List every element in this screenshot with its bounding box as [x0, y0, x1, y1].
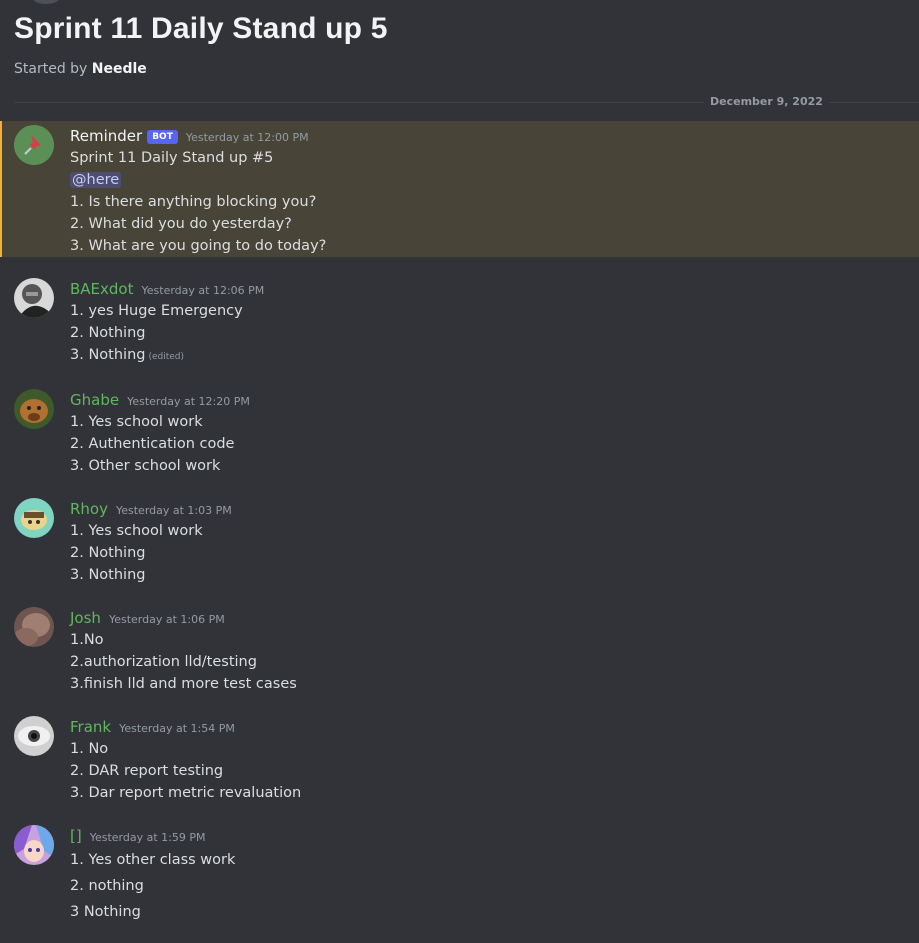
- message-list: Reminder BOT Yesterday at 12:00 PM Sprin…: [0, 121, 919, 925]
- avatar[interactable]: [14, 389, 54, 429]
- message-line: 1.No: [70, 632, 104, 648]
- anime-avatar-icon: [14, 825, 54, 865]
- message-author[interactable]: Josh: [70, 607, 101, 629]
- here-mention[interactable]: @here: [70, 172, 122, 188]
- message[interactable]: Reminder BOT Yesterday at 12:00 PM Sprin…: [0, 121, 919, 257]
- message-line: 3. Other school work: [70, 458, 221, 474]
- message-text: 3. Nothing: [70, 347, 146, 363]
- message-line: 2. What did you do yesterday?: [70, 216, 292, 232]
- message-line: 3 Nothing: [70, 904, 141, 920]
- message-line: 2. DAR report testing: [70, 763, 224, 779]
- message-line: 3. Nothing (edited): [70, 344, 919, 368]
- message[interactable]: Josh Yesterday at 1:06 PM 1.No 2.authori…: [0, 607, 919, 695]
- message-timestamp[interactable]: Yesterday at 1:59 PM: [90, 827, 206, 849]
- message-timestamp[interactable]: Yesterday at 1:03 PM: [116, 500, 232, 522]
- cartoon-avatar-icon: [14, 498, 54, 538]
- edited-label: (edited): [148, 352, 185, 362]
- avatar[interactable]: [14, 607, 54, 647]
- thread-header: Sprint 11 Daily Stand up 5 Started by Ne…: [0, 0, 919, 122]
- message-line: 1. Yes school work: [70, 414, 203, 430]
- bot-tag: BOT: [147, 130, 178, 144]
- message-line: 3. Nothing: [70, 567, 146, 583]
- message-line: 2. Nothing: [70, 545, 146, 561]
- message-timestamp[interactable]: Yesterday at 12:06 PM: [142, 280, 265, 302]
- message-line: @here: [70, 169, 919, 191]
- avatar[interactable]: [14, 278, 54, 318]
- date-divider-label: December 9, 2022: [704, 94, 829, 110]
- message-author[interactable]: BAExdot: [70, 278, 134, 300]
- message-author[interactable]: Frank: [70, 716, 111, 738]
- thread-title: Sprint 11 Daily Stand up 5: [14, 12, 388, 45]
- message-line: 1. Yes school work: [70, 523, 203, 539]
- message-timestamp[interactable]: Yesterday at 12:20 PM: [127, 391, 250, 413]
- starter-username[interactable]: Needle: [92, 61, 147, 77]
- started-by: Started by Needle: [14, 60, 905, 78]
- pushpin-icon: [14, 125, 54, 165]
- message-line: 2. Nothing: [70, 325, 146, 341]
- message[interactable]: Frank Yesterday at 1:54 PM 1. No 2. DAR …: [0, 716, 919, 804]
- avatar[interactable]: [14, 498, 54, 538]
- message-line: 1. yes Huge Emergency: [70, 303, 243, 319]
- eye-avatar-icon: [14, 716, 54, 756]
- message-line: 2. Authentication code: [70, 436, 235, 452]
- message-line: 1. Is there anything blocking you?: [70, 194, 317, 210]
- message-line: Sprint 11 Daily Stand up #5: [70, 150, 274, 166]
- photo-avatar-icon: [14, 607, 54, 647]
- message-author[interactable]: []: [70, 825, 82, 847]
- message-timestamp[interactable]: Yesterday at 12:00 PM: [186, 127, 309, 149]
- message-timestamp[interactable]: Yesterday at 1:06 PM: [109, 609, 225, 631]
- message-line: 3. What are you going to do today?: [70, 238, 327, 254]
- message-line: 2.authorization lld/testing: [70, 654, 257, 670]
- message[interactable]: Ghabe Yesterday at 12:20 PM 1. Yes schoo…: [0, 389, 919, 477]
- message-timestamp[interactable]: Yesterday at 1:54 PM: [119, 718, 235, 740]
- avatar[interactable]: [14, 825, 54, 865]
- message-line: 2. nothing: [70, 878, 144, 894]
- avatar: [32, 0, 60, 4]
- avatar[interactable]: [14, 716, 54, 756]
- message[interactable]: Rhoy Yesterday at 1:03 PM 1. Yes school …: [0, 498, 919, 586]
- message-author[interactable]: Rhoy: [70, 498, 108, 520]
- avatar[interactable]: [14, 125, 54, 165]
- message-line: 3.finish lld and more test cases: [70, 676, 297, 692]
- message-author[interactable]: Reminder: [70, 125, 142, 147]
- message-line: 1. No: [70, 741, 109, 757]
- started-by-label: Started by: [14, 61, 88, 77]
- dog-avatar-icon: [14, 389, 54, 429]
- message-author[interactable]: Ghabe: [70, 389, 119, 411]
- message-line: 3. Dar report metric revaluation: [70, 785, 302, 801]
- message[interactable]: BAExdot Yesterday at 12:06 PM 1. yes Hug…: [0, 278, 919, 368]
- message[interactable]: [] Yesterday at 1:59 PM 1. Yes other cla…: [0, 825, 919, 925]
- message-line: 1. Yes other class work: [70, 852, 236, 868]
- portrait-avatar-icon: [14, 278, 54, 318]
- date-divider: December 9, 2022: [14, 94, 919, 110]
